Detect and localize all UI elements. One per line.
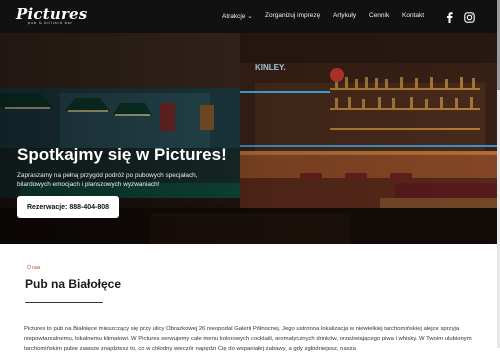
site-header: Pictures pub & billiard bar Atrakcje ⌄ Z… — [0, 0, 500, 33]
nav-item-zorganizuj-impreze[interactable]: Zorganizuj imprezę — [265, 12, 320, 19]
hero-subtitle: Zapraszamy na pełną przygód podróż po pu… — [17, 172, 198, 188]
facebook-icon[interactable] — [445, 10, 455, 28]
nav-item-artykuly[interactable]: Artykuły — [333, 12, 356, 19]
section-title: Pub na Białołęce — [25, 277, 122, 291]
nav-item-cennik[interactable]: Cennik — [369, 12, 389, 19]
logo-wordmark: Pictures — [16, 5, 88, 23]
about-text: Pictures to pub na Białołęce mieszczący … — [24, 326, 472, 352]
nav-item-atrakcje[interactable]: Atrakcje ⌄ — [222, 12, 253, 20]
hero-banner: KINLEY. Spotkajmy się w Pictures! Zapras… — [0, 33, 500, 244]
hero-title: Spotkajmy się w Pictures! — [17, 145, 227, 164]
reservation-button[interactable]: Rezerwacje: 888-404-808 — [17, 196, 119, 218]
section-divider — [25, 302, 103, 303]
nav-item-kontakt[interactable]: Kontakt — [402, 12, 424, 19]
section-tag: O nas — [27, 265, 41, 271]
logo[interactable]: Pictures pub & billiard bar — [16, 5, 88, 28]
instagram-icon[interactable] — [464, 10, 475, 28]
